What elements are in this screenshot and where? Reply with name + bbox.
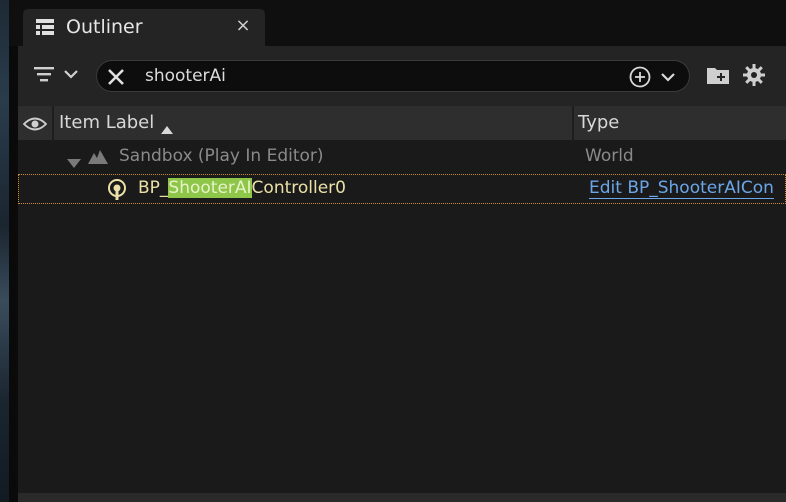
- edit-blueprint-link[interactable]: Edit BP_ShooterAICon: [589, 177, 786, 199]
- close-icon[interactable]: [105, 66, 127, 88]
- world-label: Sandbox (Play In Editor): [119, 146, 324, 166]
- outliner-icon: [35, 18, 55, 38]
- actor-label-prefix: BP_: [138, 178, 169, 198]
- world-type: World: [585, 146, 634, 166]
- add-circle-icon[interactable]: [629, 66, 651, 88]
- actor-label-suffix: Controller0: [251, 178, 346, 198]
- folder-add-icon[interactable]: [706, 64, 730, 86]
- tab-strip: Outliner ×: [9, 0, 786, 46]
- column-divider[interactable]: [572, 106, 574, 141]
- tab-outliner[interactable]: Outliner ×: [23, 9, 265, 46]
- column-divider[interactable]: [52, 106, 54, 141]
- expand-caret-icon[interactable]: [67, 153, 81, 168]
- viewport-background: [0, 0, 9, 502]
- search-input[interactable]: [145, 63, 605, 89]
- column-header-type[interactable]: Type: [578, 112, 619, 134]
- eye-icon[interactable]: [22, 115, 48, 133]
- actor-label: BP_ShooterAIController0: [138, 177, 346, 199]
- outliner-window: Outliner × shooterAi Item Label Type San…: [0, 0, 786, 502]
- tab-title: Outliner: [66, 16, 143, 38]
- tree-row-actor[interactable]: BP_ShooterAIController0 Edit BP_ShooterA…: [18, 174, 786, 204]
- filter-button[interactable]: [32, 62, 82, 88]
- panel-bottom-edge: [18, 493, 786, 502]
- tree-row-world[interactable]: Sandbox (Play In Editor) World: [18, 142, 786, 170]
- chevron-down-icon[interactable]: [659, 68, 677, 86]
- search-match-highlight: ShooterAI: [168, 178, 252, 198]
- outliner-header: Item Label Type: [18, 106, 786, 141]
- edit-blueprint-link-text[interactable]: Edit BP_ShooterAICon: [589, 178, 774, 199]
- ai-controller-icon: [107, 179, 127, 201]
- gear-icon[interactable]: [742, 63, 766, 87]
- column-header-item-label[interactable]: Item Label: [59, 112, 154, 134]
- outliner-toolbar: [18, 46, 786, 106]
- world-icon: [88, 149, 108, 164]
- sort-ascending-icon: [161, 119, 173, 134]
- filter-icon: [34, 67, 78, 82]
- outliner-panel: Item Label Type Sandbox (Play In Editor): [18, 46, 786, 502]
- close-tab-button[interactable]: ×: [233, 16, 253, 36]
- search-box: [96, 60, 690, 92]
